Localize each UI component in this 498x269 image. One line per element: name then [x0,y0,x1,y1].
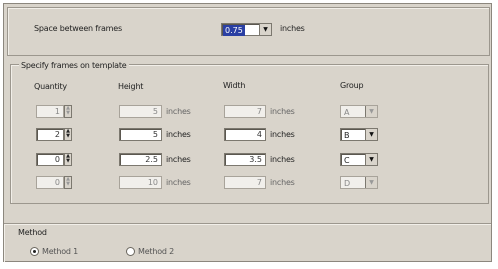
width-units: inches [270,155,295,164]
height-header: Height [118,82,144,91]
quantity-spinner[interactable]: ▲ ▼ [64,105,72,118]
frames-group-title: Specify frames on template [19,61,129,70]
method-2-label[interactable]: Method 2 [138,247,174,256]
height-field[interactable]: 5 [119,105,162,118]
quantity-spinner[interactable]: ▲ ▼ [64,176,72,189]
group-value: A [344,108,350,117]
group-value: D [344,179,351,188]
space-between-frames-select[interactable]: 0.75 ▼ [221,23,272,36]
group-select[interactable]: A ▼ [340,105,378,118]
quantity-spinner[interactable]: ▲ ▼ [64,128,72,141]
width-field[interactable]: 7 [224,176,266,189]
quantity-field[interactable]: 0 [36,153,64,166]
group-header: Group [340,81,364,90]
method-2-radio[interactable] [126,247,135,256]
space-between-frames-value: 0.75 [223,25,245,36]
height-units: inches [166,130,191,139]
group-select[interactable]: D ▼ [340,176,378,189]
height-field[interactable]: 10 [119,176,162,189]
height-field[interactable]: 5 [119,128,162,141]
group-value: B [344,131,350,140]
width-field[interactable]: 7 [224,105,266,118]
quantity-field[interactable]: 0 [36,176,64,189]
method-1-radio[interactable] [30,247,39,256]
width-units: inches [270,178,295,187]
quantity-spinner[interactable]: ▲ ▼ [64,153,72,166]
quantity-header: Quantity [34,82,67,91]
quantity-field[interactable]: 1 [36,105,64,118]
chevron-down-icon[interactable]: ▼ [65,159,71,164]
method-title: Method [18,228,47,237]
chevron-down-icon[interactable]: ▼ [65,182,71,187]
space-between-frames-label: Space between frames [34,24,122,33]
group-select[interactable]: B ▼ [340,128,378,141]
chevron-down-icon[interactable]: ▼ [365,129,377,140]
width-units: inches [270,107,295,116]
group-select[interactable]: C ▼ [340,153,378,166]
chevron-down-icon[interactable]: ▼ [365,154,377,165]
chevron-down-icon[interactable]: ▼ [365,106,377,117]
method-1-label[interactable]: Method 1 [42,247,78,256]
width-units: inches [270,130,295,139]
width-field[interactable]: 4 [224,128,266,141]
height-units: inches [166,107,191,116]
height-units: inches [166,178,191,187]
chevron-down-icon[interactable]: ▼ [65,111,71,116]
height-units: inches [166,155,191,164]
space-between-frames-units: inches [280,24,305,33]
chevron-down-icon[interactable]: ▼ [365,177,377,188]
width-field[interactable]: 3.5 [224,153,266,166]
chevron-down-icon[interactable]: ▼ [65,134,71,139]
height-field[interactable]: 2.5 [119,153,162,166]
chevron-down-icon[interactable]: ▼ [259,24,271,35]
quantity-field[interactable]: 2 [36,128,64,141]
frame-template-dialog: Space between frames 0.75 ▼ inches Speci… [3,3,492,262]
width-header: Width [223,81,246,90]
method-group [4,223,491,262]
group-value: C [344,156,350,165]
